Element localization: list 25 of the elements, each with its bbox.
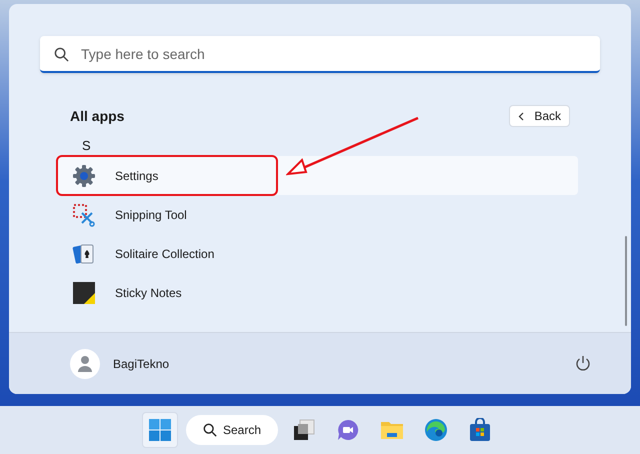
- video-chat-icon: [336, 418, 360, 442]
- shopping-bag-icon: [468, 418, 492, 442]
- gear-icon: [72, 164, 96, 188]
- taskbar-search-button[interactable]: Search: [186, 415, 278, 445]
- avatar-icon[interactable]: [70, 348, 100, 378]
- note-icon: [72, 280, 96, 304]
- app-list-item[interactable]: Sticky Notes: [56, 273, 578, 312]
- task-view-icon: [293, 419, 315, 441]
- search-icon: [202, 423, 217, 437]
- section-title: All apps: [70, 106, 124, 126]
- scissors-icon: [72, 202, 96, 226]
- search-field[interactable]: Type here to search: [40, 36, 600, 73]
- search-icon: [54, 47, 69, 62]
- cards-icon: [72, 242, 96, 266]
- app-list-item[interactable]: Settings: [56, 156, 578, 195]
- user-name[interactable]: BagiTekno: [113, 354, 170, 372]
- chevron-left-icon: [518, 112, 524, 120]
- windows-logo-icon: [149, 419, 171, 441]
- back-button[interactable]: Back: [509, 105, 570, 127]
- app-list-item[interactable]: Solitaire Collection: [56, 234, 578, 273]
- scrollbar[interactable]: [625, 236, 627, 326]
- power-icon[interactable]: [575, 355, 591, 372]
- app-list-item[interactable]: Snipping Tool: [56, 195, 578, 234]
- letter-heading: S: [82, 137, 91, 156]
- browser-icon: [424, 418, 448, 442]
